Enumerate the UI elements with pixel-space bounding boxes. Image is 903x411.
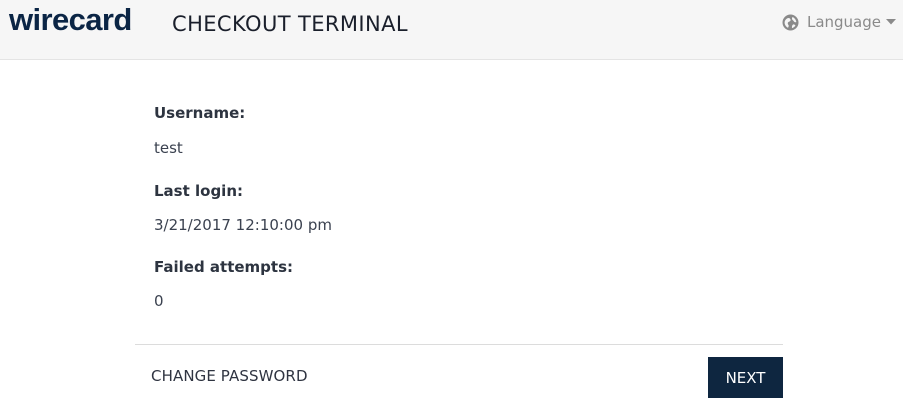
username-value: test	[154, 139, 183, 157]
language-label: Language	[806, 13, 881, 31]
language-selector[interactable]: Language	[782, 13, 896, 31]
globe-icon	[782, 14, 799, 31]
next-button[interactable]: NEXT	[708, 357, 783, 398]
failed-attempts-value: 0	[154, 292, 164, 310]
last-login-label: Last login:	[154, 182, 244, 200]
divider	[135, 344, 783, 345]
wirecard-logo: wirecard	[9, 2, 132, 37]
change-password-button[interactable]: CHANGE PASSWORD	[151, 367, 308, 385]
username-label: Username:	[154, 104, 246, 122]
caret-down-icon	[886, 19, 896, 25]
app-title: CHECKOUT TERMINAL	[172, 12, 408, 36]
failed-attempts-label: Failed attempts:	[154, 258, 294, 276]
last-login-value: 3/21/2017 12:10:00 pm	[154, 216, 332, 234]
app-header: wirecard CHECKOUT TERMINAL Language	[0, 0, 903, 60]
